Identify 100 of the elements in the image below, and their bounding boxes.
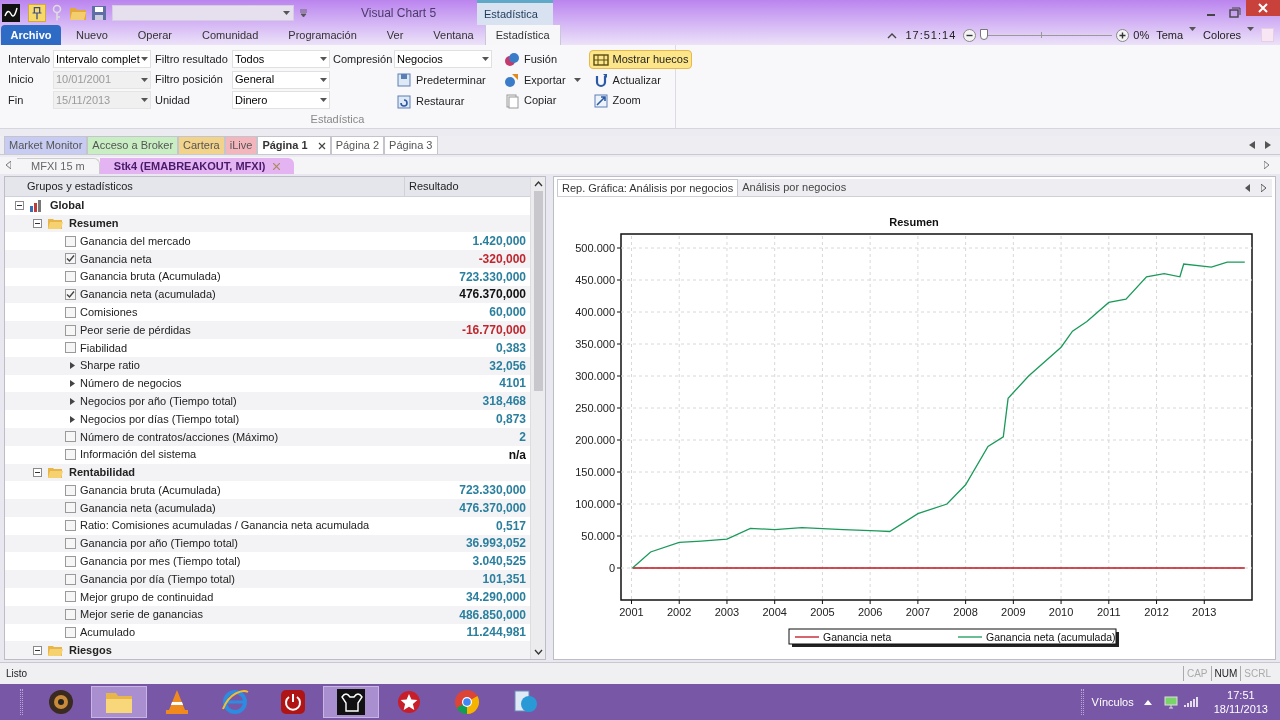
expand-arrow-icon[interactable]: [69, 362, 76, 370]
dropdown-field[interactable]: Todos: [232, 50, 330, 68]
dropdown-field[interactable]: Negocios: [394, 50, 492, 68]
expand-arrow-icon[interactable]: [69, 415, 76, 423]
page-tab[interactable]: Página 2: [330, 136, 385, 154]
page-tab[interactable]: Página 1: [257, 136, 331, 154]
ribbon-tab[interactable]: Archivo: [1, 25, 61, 45]
page-tab[interactable]: Market Monitor: [4, 136, 88, 154]
cone-icon: [165, 689, 189, 715]
scroll-left-icon[interactable]: [1249, 141, 1255, 149]
slider-thumb[interactable]: [980, 29, 989, 40]
tree-group-label[interactable]: Resumen: [69, 215, 119, 232]
checkbox[interactable]: [65, 626, 76, 638]
ribbon-button[interactable]: Restaurar: [392, 92, 469, 111]
taskbar-app[interactable]: [323, 686, 379, 718]
zoom-out-icon[interactable]: [963, 28, 977, 42]
scroll-right-icon[interactable]: [1261, 184, 1266, 192]
checkbox[interactable]: [65, 484, 76, 496]
tree-group-label[interactable]: Rentabilidad: [69, 464, 135, 481]
pin-icon[interactable]: [28, 3, 46, 22]
dropdown-field[interactable]: General: [232, 70, 330, 89]
collapse-icon[interactable]: [33, 218, 42, 228]
close-icon[interactable]: [317, 141, 326, 150]
document-tab[interactable]: MFXI 15 m: [17, 158, 100, 174]
collapse-icon[interactable]: [15, 201, 24, 211]
statistic-label: Información del sistema: [80, 447, 197, 463]
checkbox[interactable]: [65, 271, 76, 283]
toolbar-label[interactable]: Vínculos: [1091, 693, 1134, 711]
dropdown-field[interactable]: Intervalo complet: [53, 50, 151, 68]
tree-group-label[interactable]: Global: [50, 197, 85, 214]
save-icon[interactable]: [92, 5, 106, 20]
x-tick-label: 2009: [1001, 606, 1026, 618]
ribbon-tab[interactable]: Estadística: [484, 25, 561, 45]
expand-arrow-icon[interactable]: [69, 379, 76, 387]
ribbon-button[interactable]: Predeterminar: [392, 70, 490, 90]
checkbox[interactable]: [65, 591, 76, 603]
customize-menu-icon[interactable]: [300, 8, 307, 17]
page-tab[interactable]: Cartera: [178, 136, 225, 154]
x-tick-label: 2005: [810, 606, 835, 618]
result-value: 486.850,000: [459, 606, 526, 624]
scroll-left-icon[interactable]: [6, 161, 11, 169]
signal-icon[interactable]: [1183, 696, 1198, 708]
column-header[interactable]: Grupos y estadísticos: [5, 177, 404, 196]
checkbox[interactable]: [65, 537, 76, 549]
checkbox[interactable]: [65, 431, 76, 443]
ribbon-tab[interactable]: Ver: [371, 25, 419, 45]
page-tab[interactable]: iLive: [224, 136, 258, 154]
vertical-scrollbar[interactable]: [530, 177, 545, 659]
ribbon-tab[interactable]: Programación: [273, 25, 372, 45]
collapse-ribbon-icon[interactable]: [887, 31, 898, 39]
theme-menu[interactable]: Colores: [1203, 26, 1254, 44]
x-tick-label: 2010: [1048, 606, 1074, 618]
show-hidden-icons-icon[interactable]: [1143, 699, 1152, 705]
ribbon-button[interactable]: Mostrar huecos: [588, 50, 693, 69]
scroll-left-icon[interactable]: [1245, 184, 1250, 192]
checkbox[interactable]: [65, 449, 76, 461]
ribbon-tab[interactable]: Nuevo: [61, 25, 123, 45]
tree-group-label[interactable]: Riesgos: [69, 641, 112, 659]
zoom-in-icon[interactable]: [1116, 28, 1130, 42]
checkbox[interactable]: [65, 342, 76, 354]
ribbon-button[interactable]: Copiar: [500, 91, 585, 110]
page-tab[interactable]: Acceso a Broker: [87, 136, 179, 154]
collapse-icon[interactable]: [33, 645, 42, 655]
document-tab[interactable]: Stk4 (EMABREAKOUT, MFXI): [99, 158, 295, 174]
clock-date[interactable]: 18/11/2013: [1213, 702, 1268, 716]
zoom-slider[interactable]: [980, 29, 1113, 41]
scroll-right-icon[interactable]: [1265, 141, 1271, 149]
ribbon-button[interactable]: Actualizar: [588, 70, 693, 90]
ribbon-tab[interactable]: Comunidad: [187, 25, 274, 45]
checkbox[interactable]: [65, 609, 76, 621]
caret-icon: [573, 78, 581, 82]
dropdown-field[interactable]: Dinero: [232, 91, 330, 109]
key-indicator: SCRL: [1240, 666, 1274, 681]
clock-time[interactable]: 17:51: [1227, 688, 1255, 702]
panel-tab[interactable]: Rep. Gráfica: Análisis por negocios: [557, 179, 739, 196]
checkbox[interactable]: [65, 235, 76, 247]
checkbox[interactable]: [65, 306, 76, 318]
close-icon[interactable]: [1246, 0, 1280, 16]
color-swatch[interactable]: [1261, 28, 1274, 42]
app-logo-icon[interactable]: [2, 3, 20, 22]
checkbox[interactable]: [65, 288, 76, 300]
theme-menu[interactable]: Tema: [1156, 26, 1197, 44]
page-tab[interactable]: Página 3: [384, 136, 438, 154]
copy-icon: [504, 92, 520, 109]
monitor-icon[interactable]: [1163, 695, 1178, 709]
ribbon-button[interactable]: Fusión: [500, 50, 585, 69]
panel-tab[interactable]: Análisis por negocios: [738, 179, 851, 196]
ribbon-button[interactable]: Exportar: [500, 70, 585, 90]
checkbox[interactable]: [65, 573, 76, 585]
checkbox[interactable]: [65, 520, 76, 532]
ribbon-tab[interactable]: Operar: [122, 25, 188, 45]
checkbox[interactable]: [65, 555, 76, 567]
checkbox[interactable]: [65, 324, 76, 336]
scroll-right-icon[interactable]: [1264, 161, 1269, 169]
collapse-icon[interactable]: [33, 467, 42, 477]
checkbox[interactable]: [65, 502, 76, 514]
result-value: 2: [519, 428, 526, 446]
ribbon-button[interactable]: Zoom: [588, 91, 693, 110]
checkbox[interactable]: [65, 253, 76, 265]
expand-arrow-icon[interactable]: [69, 397, 76, 405]
